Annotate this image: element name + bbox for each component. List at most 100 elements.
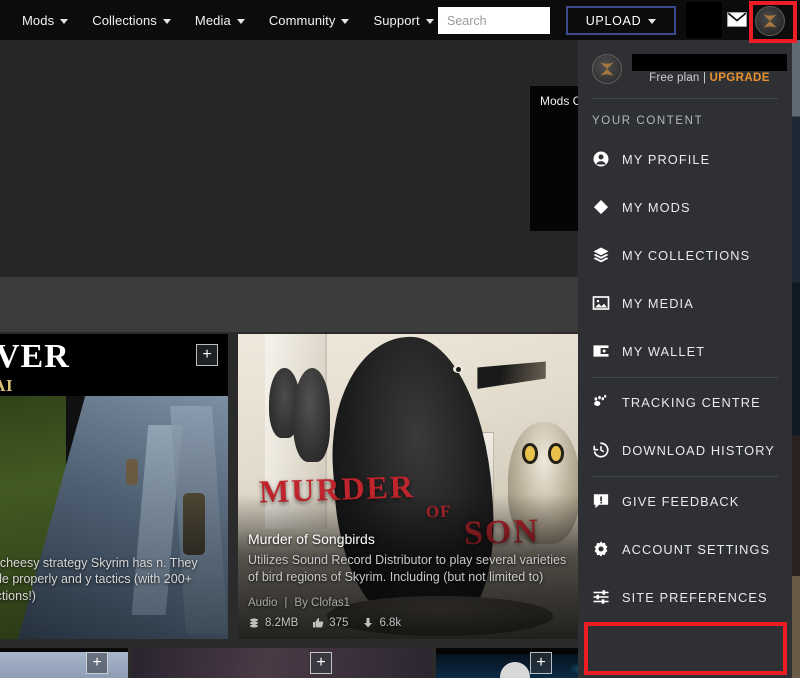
menu-item-label: GIVE FEEDBACK xyxy=(622,493,740,509)
menu-item-my-wallet[interactable]: MY WALLET xyxy=(578,327,792,375)
upgrade-link[interactable]: UPGRADE xyxy=(710,72,770,84)
card-a-description: h the most cheesy strategy Skyrim has n.… xyxy=(0,555,198,603)
search-box[interactable] xyxy=(438,7,621,34)
image-icon xyxy=(592,294,610,312)
top-navigation-bar: Mods Collections Media Community Support xyxy=(0,0,800,40)
card-b-info: Murder of Songbirds Utilizes Sound Recor… xyxy=(248,531,570,629)
menu-item-label: MY PROFILE xyxy=(622,151,711,167)
menu-item-label: MY MODS xyxy=(622,199,691,215)
card-a-art-title: COVER xyxy=(0,338,70,375)
menu-item-my-media[interactable]: MY MEDIA xyxy=(578,279,792,327)
add-to-collection-button[interactable]: + xyxy=(86,652,108,674)
add-to-collection-button[interactable]: + xyxy=(310,652,332,674)
menu-item-label: ACCOUNT SETTINGS xyxy=(622,541,771,557)
mod-author: By Clofas1 xyxy=(294,597,351,609)
feedback-icon xyxy=(592,492,610,510)
card-a-banner: COVER EESE AI xyxy=(0,334,228,396)
history-icon xyxy=(592,441,610,459)
menu-item-label: DOWNLOAD HISTORY xyxy=(622,442,775,458)
mod-card[interactable] xyxy=(0,648,128,678)
menu-item-account-settings[interactable]: ACCOUNT SETTINGS xyxy=(578,525,792,573)
upload-button[interactable]: UPLOAD xyxy=(566,6,676,35)
paw-icon xyxy=(592,393,610,411)
download-count: 6.8k xyxy=(379,617,402,629)
avatar xyxy=(592,54,622,84)
chevron-down-icon xyxy=(648,19,657,24)
account-header-text: Free plan | UPGRADE xyxy=(632,54,787,84)
nav-item-collections[interactable]: Collections xyxy=(80,5,183,36)
menu-item-my-mods[interactable]: MY MODS xyxy=(578,183,792,231)
mod-card[interactable] xyxy=(132,648,432,678)
page-edge-sliver xyxy=(792,40,800,678)
mod-meta: Audio | By Clofas1 xyxy=(248,597,570,609)
mod-card[interactable]: MURDER OF SON Murder of Songbirds Utiliz… xyxy=(238,334,580,639)
menu-item-my-profile[interactable]: MY PROFILE xyxy=(578,135,792,183)
username-redacted xyxy=(632,54,787,71)
avatar-icon xyxy=(600,62,614,76)
meta-separator: | xyxy=(284,597,288,609)
section-heading-your-content: YOUR CONTENT xyxy=(592,115,704,127)
nav-item-mods[interactable]: Mods xyxy=(10,5,80,36)
raven-beak xyxy=(477,361,546,389)
menu-item-label: TRACKING CENTRE xyxy=(622,394,761,410)
mod-card[interactable]: COVER EESE AI h the most cheesy strategy… xyxy=(0,334,228,639)
redacted-region xyxy=(686,2,722,38)
crow-shape xyxy=(292,367,331,463)
nav-item-label: Community xyxy=(268,12,336,28)
mod-title: Murder of Songbirds xyxy=(248,531,375,547)
download-icon xyxy=(364,618,373,628)
menu-item-label: MY WALLET xyxy=(622,343,706,359)
decorative-shape xyxy=(499,661,530,678)
account-header[interactable]: Free plan | UPGRADE xyxy=(578,40,792,96)
screenshot-root: COVER EESE AI h the most cheesy strategy… xyxy=(0,0,800,678)
plan-label: Free plan xyxy=(649,72,700,84)
stat-filesize: 8.2MB xyxy=(248,617,298,629)
mod-stats: 8.2MB 375 6.8k xyxy=(248,617,570,629)
nav-menu: Mods Collections Media Community Support xyxy=(0,5,446,36)
menu-item-label: MY COLLECTIONS xyxy=(622,247,751,263)
nav-item-label: Media xyxy=(194,12,231,28)
nav-item-label: Mods xyxy=(22,12,55,28)
database-icon xyxy=(250,618,258,628)
nav-item-community[interactable]: Community xyxy=(257,5,362,36)
mod-category: Audio xyxy=(248,597,278,609)
gear-icon xyxy=(592,540,610,558)
mod-description: Utilizes Sound Record Distributor to pla… xyxy=(248,553,567,588)
layers-icon xyxy=(592,246,610,264)
account-dropdown-menu: Free plan | UPGRADE YOUR CONTENT MY PROF… xyxy=(578,40,792,678)
user-avatar-button[interactable] xyxy=(755,6,785,36)
menu-item-give-feedback[interactable]: GIVE FEEDBACK xyxy=(578,477,792,525)
chevron-down-icon xyxy=(60,18,69,24)
menu-item-my-collections[interactable]: MY COLLECTIONS xyxy=(578,231,792,279)
nav-item-label: Support xyxy=(373,12,420,28)
filesize-value: 8.2MB xyxy=(265,617,299,629)
raven-eye xyxy=(453,364,465,373)
nav-item-support[interactable]: Support xyxy=(361,5,445,36)
person-icon xyxy=(592,150,610,168)
chevron-down-icon xyxy=(425,18,434,24)
chevron-down-icon xyxy=(236,18,245,24)
character-figure xyxy=(126,459,138,486)
menu-item-label: SITE PREFERENCES xyxy=(622,589,768,605)
add-to-collection-button[interactable]: + xyxy=(196,344,218,366)
add-to-collection-button[interactable]: + xyxy=(530,652,552,674)
nav-item-label: Collections xyxy=(92,12,157,28)
menu-item-tracking-centre[interactable]: TRACKING CENTRE xyxy=(578,378,792,426)
upload-button-label: UPLOAD xyxy=(585,13,642,28)
chevron-down-icon xyxy=(341,18,350,24)
chevron-down-icon xyxy=(162,18,171,24)
character-figure xyxy=(183,493,205,556)
wallet-icon xyxy=(592,342,610,360)
diamond-icon xyxy=(592,198,610,216)
plan-separator: | xyxy=(702,72,707,84)
stat-downloads: 6.8k xyxy=(362,617,401,629)
sliders-icon xyxy=(592,588,610,606)
plan-status: Free plan | UPGRADE xyxy=(632,72,787,84)
menu-item-download-history[interactable]: DOWNLOAD HISTORY xyxy=(578,426,792,474)
stat-endorsements: 375 xyxy=(312,617,348,629)
nav-item-media[interactable]: Media xyxy=(183,5,257,36)
mail-icon[interactable] xyxy=(727,11,747,28)
card-a-art-subtitle: EESE AI xyxy=(0,376,14,395)
avatar-icon xyxy=(763,14,777,28)
menu-item-site-preferences[interactable]: SITE PREFERENCES xyxy=(578,573,792,621)
